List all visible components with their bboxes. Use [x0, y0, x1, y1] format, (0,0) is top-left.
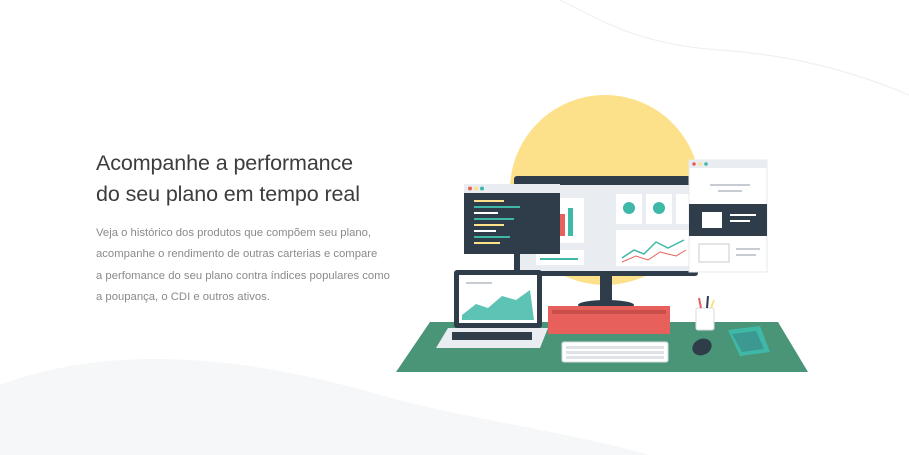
hero-headline: Acompanhe a performance do seu plano em … — [96, 148, 416, 210]
description-line: Veja o histórico dos produtos que compõe… — [96, 227, 372, 239]
pencil-cup — [695, 295, 715, 331]
floating-panel — [688, 159, 768, 273]
headline-line: Acompanhe a performance — [96, 151, 354, 175]
code-editor-window — [464, 184, 560, 254]
keyboard — [561, 341, 669, 363]
description-line: acompanhe o rendimento de outras carteri… — [96, 248, 378, 261]
hero-description: Veja o histórico dos produtos que compõe… — [96, 223, 416, 308]
laptop — [436, 270, 548, 348]
desk-workstation-illustration — [396, 95, 808, 372]
headline-line: do seu plano em tempo real — [96, 182, 360, 206]
description-line: a poupança, o CDI e outros ativos. — [96, 290, 270, 303]
red-box — [548, 306, 670, 334]
description-line: a perfomance do seu plano contra índices… — [96, 269, 390, 282]
hero-copy: Acompanhe a performance do seu plano em … — [96, 148, 416, 308]
